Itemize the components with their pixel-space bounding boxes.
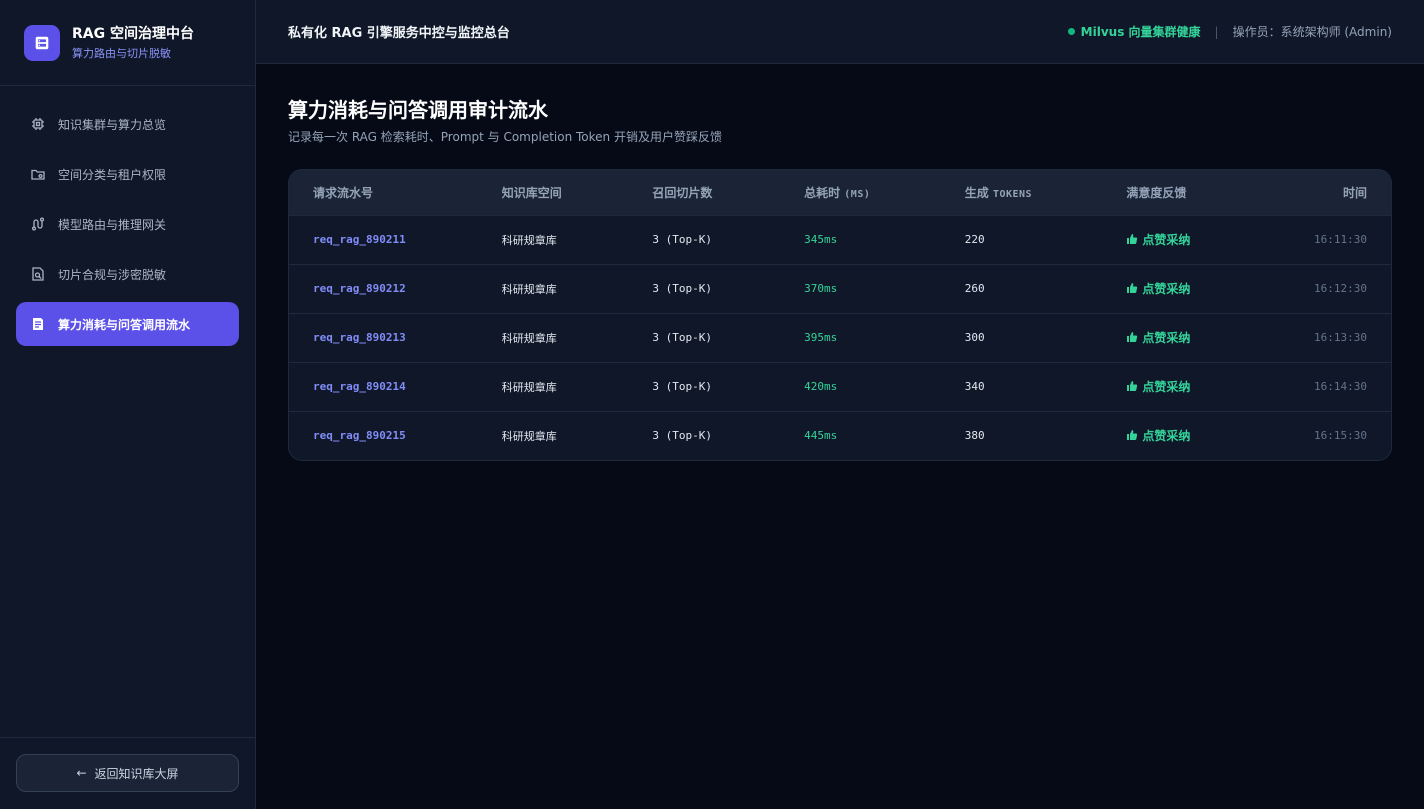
database-icon: [24, 24, 60, 61]
cell-feedback: 点赞采纳: [1102, 411, 1262, 460]
column-header-feedback: 满意度反馈: [1126, 185, 1187, 200]
sidebar-item-space-permissions[interactable]: 空间分类与租户权限: [16, 152, 239, 196]
cell-req-id[interactable]: req_rag_890212: [289, 264, 478, 313]
sidebar-item-cluster-overview[interactable]: 知识集群与算力总览: [16, 102, 239, 146]
table-header-row: 请求流水号 知识库空间 召回切片数 总耗时 (MS) 生成 TOKENS 满意度…: [289, 170, 1391, 215]
cell-feedback: 点赞采纳: [1102, 215, 1262, 264]
cell-tokens: 300: [964, 331, 985, 344]
sidebar-item-label: 知识集群与算力总览: [58, 117, 167, 132]
thumbs-up-icon: [1127, 234, 1138, 244]
cell-req-id[interactable]: req_rag_890211: [289, 215, 478, 264]
cell-latency: 395ms: [804, 331, 838, 344]
header-status-area: Milvus 向量集群健康 | 操作员：系统架构师 (Admin): [1067, 23, 1392, 40]
ledger-icon: [33, 318, 43, 330]
sidebar: RAG 空间治理中台 算力路由与切片脱敏 知识集群与算力总览 空间分类与租户权限: [0, 0, 256, 809]
back-to-dashboard-button[interactable]: ← 返回知识库大屏: [16, 754, 239, 792]
cell-req-id[interactable]: req_rag_890214: [289, 362, 478, 411]
tokens-header-unit: TOKENS: [992, 188, 1033, 200]
cell-space: 科研规章库: [501, 429, 557, 443]
sidebar-footer: ← 返回知识库大屏: [0, 737, 255, 809]
route-icon: [31, 217, 45, 231]
column-header-req-id: 请求流水号: [313, 185, 374, 200]
table-row[interactable]: req_rag_890215 科研规章库 3 (Top-K) 445ms 380…: [289, 411, 1391, 460]
top-header: 私有化 RAG 引擎服务中控与监控总台 Milvus 向量集群健康 | 操作员：…: [256, 0, 1424, 64]
cell-space: 科研规章库: [501, 331, 557, 345]
audit-table-card: 请求流水号 知识库空间 召回切片数 总耗时 (MS) 生成 TOKENS 满意度…: [288, 169, 1392, 461]
scan-icon: [32, 267, 44, 281]
cell-feedback: 点赞采纳: [1102, 264, 1262, 313]
sidebar-item-label: 切片合规与涉密脱敏: [58, 267, 167, 282]
folder-icon: [31, 169, 45, 180]
sidebar-item-chunk-compliance[interactable]: 切片合规与涉密脱敏: [16, 252, 239, 296]
cell-time: 16:11:30: [1314, 233, 1367, 246]
sidebar-nav: 知识集群与算力总览 空间分类与租户权限 模型路由与推理网关 切片合规与涉密脱敏 …: [0, 86, 255, 368]
table-row[interactable]: req_rag_890214 科研规章库 3 (Top-K) 420ms 340…: [289, 362, 1391, 411]
thumbs-up-icon: [1127, 430, 1138, 441]
brand-title: RAG 空间治理中台: [72, 25, 194, 42]
cell-space: 科研规章库: [501, 380, 557, 394]
cell-latency: 420ms: [804, 380, 838, 393]
cell-tokens: 340: [964, 380, 985, 393]
cell-time: 16:15:30: [1314, 429, 1367, 443]
cell-chunks: 3 (Top-K): [652, 331, 712, 344]
latency-header-unit: (MS): [844, 188, 871, 200]
back-button-label: 返回知识库大屏: [94, 766, 179, 781]
main-content: 算力消耗与问答调用审计流水 记录每一次 RAG 检索耗时、Prompt 与 Co…: [288, 96, 1392, 461]
audit-table: 请求流水号 知识库空间 召回切片数 总耗时 (MS) 生成 TOKENS 满意度…: [289, 170, 1391, 460]
sidebar-item-label: 算力消耗与问答调用流水: [58, 317, 191, 332]
column-header-time: 时间: [1342, 185, 1367, 200]
feedback-label: 点赞采纳: [1142, 233, 1191, 247]
operator-label: 操作员：系统架构师 (Admin): [1232, 25, 1392, 39]
sidebar-item-usage-ledger[interactable]: 算力消耗与问答调用流水: [16, 302, 239, 346]
latency-header-label: 总耗时: [804, 185, 841, 200]
cell-latency: 445ms: [804, 429, 838, 443]
arrow-left-icon: ←: [76, 766, 87, 780]
cell-tokens: 220: [964, 233, 985, 246]
cell-tokens: 380: [964, 429, 985, 443]
thumbs-up-icon: [1127, 332, 1138, 342]
page-subtitle: 记录每一次 RAG 检索耗时、Prompt 与 Completion Token…: [288, 130, 722, 144]
cell-latency: 345ms: [804, 233, 838, 246]
thumbs-up-icon: [1127, 283, 1138, 293]
brand-subtitle: 算力路由与切片脱敏: [72, 46, 171, 60]
tokens-header-label: 生成: [964, 185, 989, 200]
sidebar-item-model-routing[interactable]: 模型路由与推理网关: [16, 202, 239, 246]
brand: RAG 空间治理中台 算力路由与切片脱敏: [0, 0, 255, 86]
cell-tokens: 260: [964, 282, 985, 295]
cell-time: 16:14:30: [1314, 380, 1367, 393]
cell-time: 16:12:30: [1314, 282, 1367, 295]
table-row[interactable]: req_rag_890211 科研规章库 3 (Top-K) 345ms 220…: [289, 215, 1391, 264]
cluster-status: Milvus 向量集群健康: [1080, 25, 1201, 39]
cell-time: 16:13:30: [1314, 331, 1367, 344]
cell-feedback: 点赞采纳: [1102, 313, 1262, 362]
column-header-space: 知识库空间: [501, 185, 562, 200]
page-title: 算力消耗与问答调用审计流水: [288, 98, 548, 122]
table-row[interactable]: req_rag_890213 科研规章库 3 (Top-K) 395ms 300…: [289, 313, 1391, 362]
cell-chunks: 3 (Top-K): [652, 233, 712, 246]
cell-chunks: 3 (Top-K): [652, 429, 712, 443]
cell-feedback: 点赞采纳: [1102, 362, 1262, 411]
sidebar-item-label: 空间分类与租户权限: [58, 167, 167, 182]
cell-latency: 370ms: [804, 282, 838, 295]
thumbs-up-icon: [1127, 381, 1138, 391]
cell-chunks: 3 (Top-K): [652, 380, 712, 393]
feedback-label: 点赞采纳: [1142, 429, 1191, 444]
column-header-latency: 总耗时 (MS): [780, 170, 941, 215]
sidebar-item-label: 模型路由与推理网关: [58, 217, 167, 232]
chip-icon: [32, 118, 44, 130]
cell-req-id[interactable]: req_rag_890215: [289, 411, 478, 460]
cell-req-id[interactable]: req_rag_890213: [289, 313, 478, 362]
header-title: 私有化 RAG 引擎服务中控与监控总台: [288, 26, 510, 41]
table-row[interactable]: req_rag_890212 科研规章库 3 (Top-K) 370ms 260…: [289, 264, 1391, 313]
feedback-label: 点赞采纳: [1142, 331, 1191, 345]
cell-chunks: 3 (Top-K): [652, 282, 712, 295]
feedback-label: 点赞采纳: [1142, 282, 1191, 296]
status-dot-icon: [1067, 28, 1075, 35]
cell-space: 科研规章库: [501, 233, 557, 247]
column-header-tokens: 生成 TOKENS: [941, 170, 1103, 215]
column-header-chunks: 召回切片数: [652, 185, 713, 200]
header-separator: |: [1214, 24, 1219, 39]
cell-space: 科研规章库: [501, 282, 557, 296]
feedback-label: 点赞采纳: [1142, 380, 1191, 394]
